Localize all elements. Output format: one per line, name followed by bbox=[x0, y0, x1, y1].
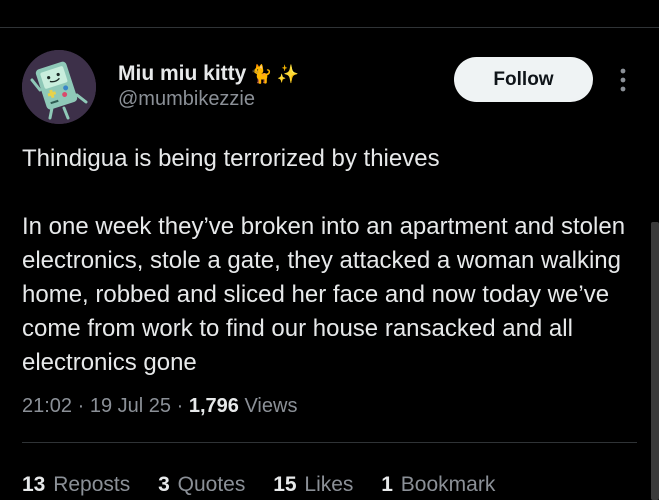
author-name[interactable]: Miu miu kitty 🐈 ✨ bbox=[118, 62, 299, 86]
tweet-paragraph: Thindigua is being terrorized by thieves bbox=[22, 145, 440, 172]
bookmarks-count: 1 bbox=[381, 473, 393, 496]
likes-count: 15 bbox=[273, 473, 297, 496]
tweet-text: Thindigua is being terrorized by thieves… bbox=[22, 142, 642, 380]
meta-separator: · bbox=[77, 395, 85, 417]
likes-stat[interactable]: 15 Likes bbox=[273, 473, 353, 496]
reposts-stat[interactable]: 13 Reposts bbox=[22, 473, 130, 496]
views-count: 1,796 bbox=[188, 395, 239, 417]
views-label: Views bbox=[244, 395, 298, 417]
tweet-date[interactable]: 19 Jul 25 bbox=[90, 395, 171, 417]
avatar[interactable] bbox=[22, 50, 96, 124]
likes-label: Likes bbox=[304, 473, 354, 496]
engagement-stats: 13 Reposts 3 Quotes 15 Likes 1 Bookmark bbox=[22, 473, 517, 497]
follow-button[interactable]: Follow bbox=[454, 57, 593, 102]
stats-divider bbox=[22, 442, 637, 443]
bookmarks-stat[interactable]: 1 Bookmark bbox=[381, 473, 495, 496]
author-name-text: Miu miu kitty bbox=[118, 62, 247, 85]
top-divider bbox=[0, 27, 659, 28]
tweet-time[interactable]: 21:02 bbox=[22, 395, 72, 417]
reposts-count: 13 bbox=[22, 473, 46, 496]
quotes-label: Quotes bbox=[177, 473, 246, 496]
more-vertical-icon[interactable] bbox=[613, 66, 633, 94]
reposts-label: Reposts bbox=[53, 473, 131, 496]
author-handle[interactable]: @mumbikezzie bbox=[118, 88, 255, 111]
quotes-count: 3 bbox=[158, 473, 170, 496]
meta-separator: · bbox=[176, 395, 184, 417]
bookmarks-label: Bookmark bbox=[400, 473, 496, 496]
tweet-paragraph: In one week they’ve broken into an apart… bbox=[22, 213, 626, 376]
scrollbar[interactable] bbox=[651, 222, 659, 500]
sparkles-emoji-icon: ✨ bbox=[276, 64, 300, 85]
tweet-meta: 21:02 · 19 Jul 25 · 1,796 Views bbox=[22, 395, 297, 418]
bmo-avatar-icon bbox=[22, 50, 96, 124]
cat-emoji-icon: 🐈 bbox=[250, 64, 273, 85]
quotes-stat[interactable]: 3 Quotes bbox=[158, 473, 245, 496]
